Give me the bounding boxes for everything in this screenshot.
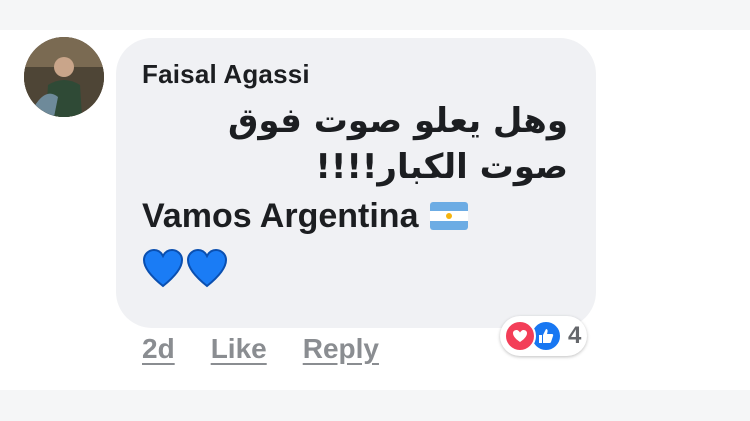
comment-bubble: Faisal Agassi وهل يعلو صوت فوق صوت الكبا… [116, 38, 596, 328]
bottom-divider [0, 390, 750, 421]
reaction-summary[interactable]: 4 [500, 316, 588, 356]
comment-text-arabic: وهل يعلو صوت فوق صوت الكبار!!!! [227, 101, 568, 187]
timestamp-link[interactable]: 2d [142, 333, 175, 365]
blue-heart-icon [142, 248, 184, 288]
comment-author[interactable]: Faisal Agassi [142, 56, 570, 92]
comment-text-line: Vamos Argentina [142, 194, 570, 238]
top-divider [0, 0, 750, 30]
blue-heart-icon [186, 248, 228, 288]
love-reaction-icon [504, 320, 536, 352]
profile-photo-icon [24, 37, 104, 117]
comment-text-vamos: Vamos Argentina [142, 197, 419, 235]
avatar[interactable] [24, 37, 104, 117]
reply-button[interactable]: Reply [303, 333, 379, 365]
argentina-flag-icon [430, 202, 469, 230]
like-button[interactable]: Like [211, 333, 267, 365]
emoji-row [142, 248, 570, 288]
comment-actions: 2d Like Reply [142, 333, 379, 365]
reaction-count: 4 [568, 322, 582, 349]
